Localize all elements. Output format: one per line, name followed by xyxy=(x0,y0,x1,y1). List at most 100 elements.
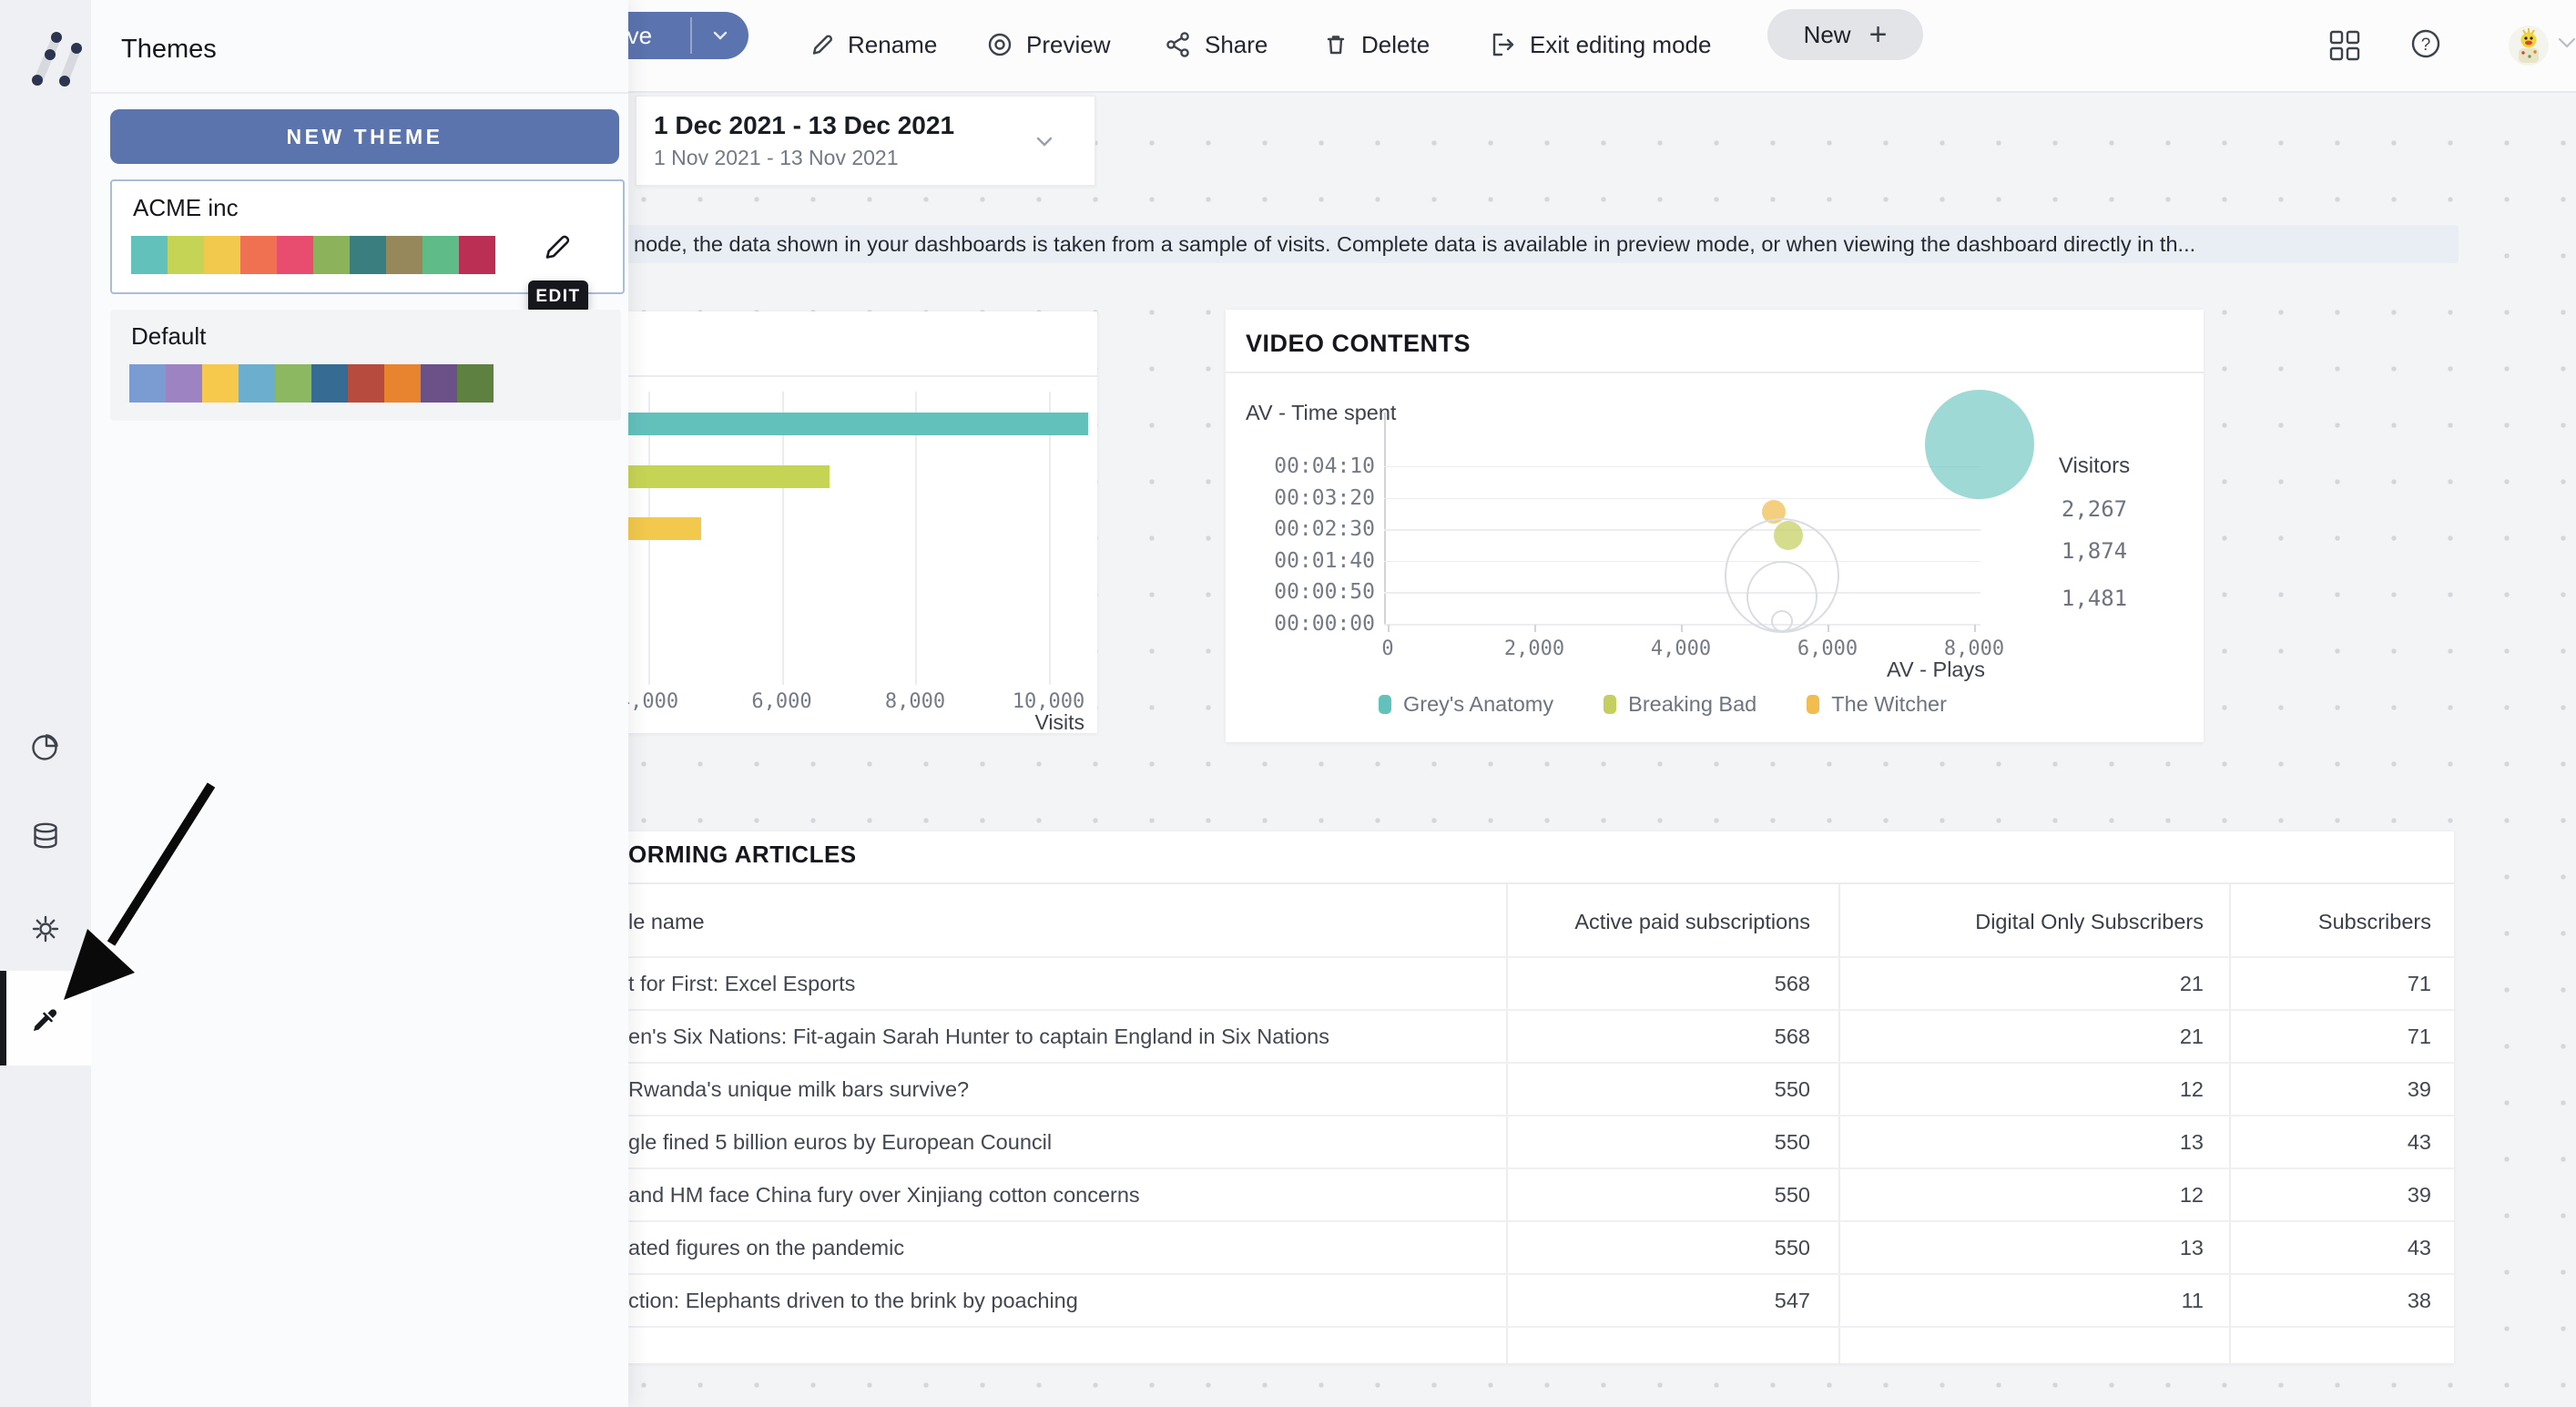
table-header-cell[interactable]: le name xyxy=(628,901,705,943)
table-header-cell[interactable]: Digital Only Subscribers xyxy=(1975,901,2204,943)
chevron-down-icon xyxy=(709,25,731,46)
bubble-chart-x-tick: 2,000 xyxy=(1504,637,1564,660)
bubble-chart-gridline xyxy=(1384,561,1980,563)
date-range-picker[interactable]: 1 Dec 2021 - 13 Dec 2021 1 Nov 2021 - 13… xyxy=(636,96,1095,186)
legend-label: Grey's Anatomy xyxy=(1403,692,1553,717)
exit-editing-mode-button[interactable]: Exit editing mode xyxy=(1489,0,1711,89)
table-column-separator xyxy=(2229,882,2231,1363)
data-bubble-grey-s-anatomy[interactable] xyxy=(1925,390,2034,499)
edit-tooltip: EDIT xyxy=(528,280,588,313)
svg-text:?: ? xyxy=(2421,36,2431,55)
legend-item: Breaking Bad xyxy=(1604,692,1756,717)
bubble-chart-gridline xyxy=(1384,529,1980,531)
share-icon xyxy=(1164,30,1193,59)
theme-color-swatch xyxy=(239,364,275,403)
metric-cell: 568 xyxy=(1775,972,1810,996)
metric-cell: 21 xyxy=(2180,972,2204,996)
sidebar-item-themes-active[interactable] xyxy=(0,971,91,1065)
bubble-chart-x-tick: 0 xyxy=(1381,637,1393,660)
bubble-x-axis-label: AV - Plays xyxy=(1803,658,1985,682)
article-name-cell[interactable]: ction: Elephants driven to the brink by … xyxy=(628,1289,1078,1313)
share-button[interactable]: Share xyxy=(1164,0,1268,89)
table-row-separator xyxy=(510,1062,2454,1064)
table-row-separator xyxy=(510,956,2454,958)
metric-cell: 39 xyxy=(2408,1077,2431,1102)
card-divider xyxy=(510,882,2454,884)
article-name-cell[interactable]: en's Six Nations: Fit-again Sarah Hunter… xyxy=(628,1025,1329,1049)
bubble-chart-x-tickmark xyxy=(1681,625,1683,632)
video-contents-card: VIDEO CONTENTS AV - Time spent 00:04:100… xyxy=(1226,310,2204,742)
bar-chart-gridline xyxy=(1049,392,1051,685)
article-name-cell[interactable]: ated figures on the pandemic xyxy=(628,1236,904,1260)
theme-color-swatch xyxy=(204,236,240,274)
metric-cell: 71 xyxy=(2408,1025,2431,1049)
table-column-separator xyxy=(1506,882,1508,1363)
bubble-chart-x-tickmark xyxy=(1388,625,1390,632)
article-name-cell[interactable]: and HM face China fury over Xinjiang cot… xyxy=(628,1183,1140,1208)
themes-panel: Themes NEW THEME ACME inc EDIT Default xyxy=(91,0,628,1407)
size-legend-circle xyxy=(1771,610,1793,632)
app-logo[interactable] xyxy=(22,27,82,89)
theme-swatches xyxy=(129,364,494,403)
table-row-separator xyxy=(510,1326,2454,1328)
rename-button[interactable]: Rename xyxy=(809,0,937,89)
share-label: Share xyxy=(1205,31,1268,59)
theme-card-acme[interactable]: ACME inc EDIT xyxy=(110,179,625,294)
new-dashboard-button[interactable]: New + xyxy=(1767,9,1923,60)
theme-color-swatch xyxy=(350,236,386,274)
bar-chart-x-tick: 8,000 xyxy=(885,690,945,713)
table-row-separator xyxy=(510,1009,2454,1011)
metric-cell: 13 xyxy=(2180,1130,2204,1155)
database-icon[interactable] xyxy=(30,821,61,851)
theme-card-default[interactable]: Default xyxy=(110,310,621,421)
table-row-separator xyxy=(510,1273,2454,1275)
table-header-cell[interactable]: Subscribers xyxy=(2318,901,2431,943)
pie-chart-icon[interactable] xyxy=(30,731,61,762)
metric-cell: 550 xyxy=(1775,1130,1810,1155)
help-icon[interactable]: ? xyxy=(2409,27,2442,60)
metric-cell: 43 xyxy=(2408,1236,2431,1260)
exit-editing-mode-label: Exit editing mode xyxy=(1530,31,1711,59)
legend-item: Grey's Anatomy xyxy=(1379,692,1553,717)
metric-cell: 550 xyxy=(1775,1077,1810,1102)
save-dropdown-button[interactable] xyxy=(692,12,748,59)
chevron-down-icon[interactable] xyxy=(1033,129,1056,153)
metric-cell: 39 xyxy=(2408,1183,2431,1208)
articles-table-card: ORMING ARTICLES le nameActive paid subsc… xyxy=(510,831,2454,1363)
article-name-cell[interactable]: gle fined 5 billion euros by European Co… xyxy=(628,1130,1052,1155)
settings-gear-icon[interactable] xyxy=(30,913,61,944)
panel-divider xyxy=(91,92,628,94)
theme-color-swatch xyxy=(348,364,384,403)
size-legend-title: Visitors xyxy=(2003,454,2185,479)
apps-grid-icon[interactable] xyxy=(2327,28,2362,63)
article-name-cell[interactable]: Rwanda's unique milk bars survive? xyxy=(628,1077,969,1102)
delete-label: Delete xyxy=(1361,31,1430,59)
app-root: 1 Dec 2021 - 13 Dec 2021 1 Nov 2021 - 13… xyxy=(0,0,2576,1407)
theme-color-swatch xyxy=(131,236,168,274)
delete-button[interactable]: Delete xyxy=(1322,0,1430,89)
new-button-label: New xyxy=(1804,21,1851,49)
theme-color-swatch xyxy=(384,364,421,403)
user-avatar[interactable] xyxy=(2508,25,2550,66)
theme-name: ACME inc xyxy=(133,194,239,222)
article-name-cell[interactable]: t for First: Excel Esports xyxy=(628,972,855,996)
metric-cell: 38 xyxy=(2408,1289,2431,1313)
legend-label: Breaking Bad xyxy=(1628,692,1756,717)
bubble-y-axis-label: AV - Time spent xyxy=(1246,401,1396,425)
bubble-chart-y-tick: 00:00:50 xyxy=(1257,580,1375,604)
theme-color-swatch xyxy=(240,236,277,274)
size-legend-value: 2,267 xyxy=(2003,496,2185,522)
date-range-secondary: 1 Nov 2021 - 13 Nov 2021 xyxy=(654,146,899,170)
edit-theme-pencil-icon[interactable] xyxy=(541,230,574,263)
bubble-chart-y-tick: 00:04:10 xyxy=(1257,454,1375,478)
theme-color-swatch xyxy=(423,236,459,274)
legend-item: The Witcher xyxy=(1807,692,1947,717)
metric-cell: 568 xyxy=(1775,1025,1810,1049)
eyedropper-icon[interactable] xyxy=(30,1004,61,1035)
table-header-cell[interactable]: Active paid subscriptions xyxy=(1574,901,1810,943)
theme-color-swatch xyxy=(457,364,494,403)
legend-swatch xyxy=(1604,695,1616,714)
preview-button[interactable]: Preview xyxy=(985,0,1110,89)
new-theme-button[interactable]: NEW THEME xyxy=(110,109,619,164)
chevron-down-icon[interactable] xyxy=(2555,31,2576,55)
